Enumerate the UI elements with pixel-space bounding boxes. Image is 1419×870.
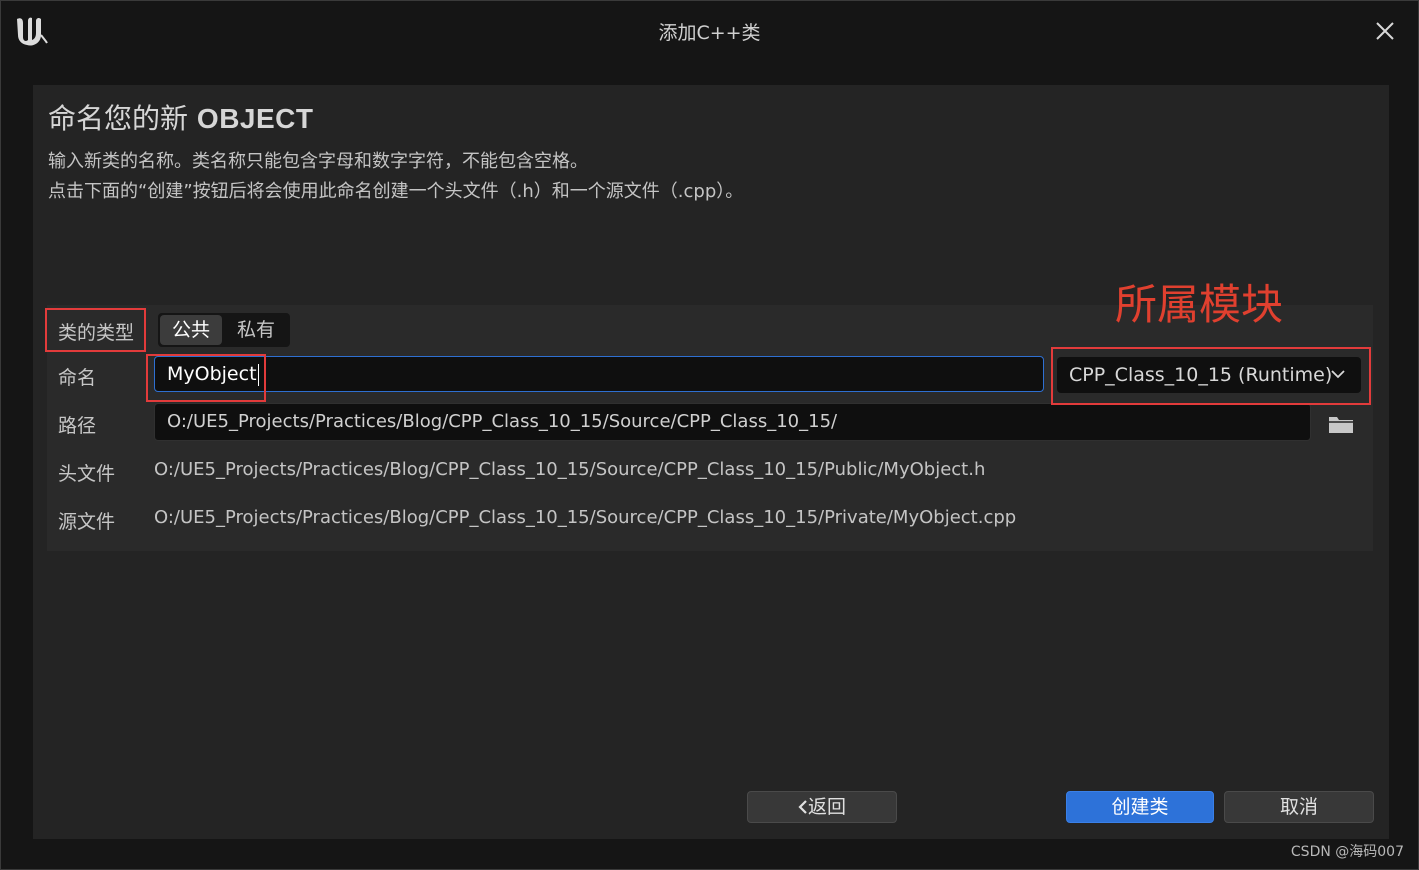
heading-class-name: OBJECT — [196, 103, 314, 134]
name-label: 命名 — [58, 367, 97, 389]
annotation-module-note: 所属模块 — [1115, 280, 1284, 329]
annotation-box-class-type — [45, 308, 146, 352]
class-type-private[interactable]: 私有 — [224, 315, 288, 345]
class-name-input[interactable]: MyObject — [154, 356, 1044, 392]
path-label: 路径 — [58, 415, 97, 437]
dialog-panel: 命名您的新 OBJECT 输入新类的名称。类名称只能包含字母和数字字符，不能包含… — [33, 85, 1389, 839]
back-button[interactable]: 返回 — [747, 791, 897, 823]
source-file-path: O:/UE5_Projects/Practices/Blog/CPP_Class… — [154, 507, 1017, 528]
window-title: 添加C++类 — [658, 22, 761, 44]
page-title: 命名您的新 OBJECT — [48, 97, 314, 137]
description-line-2: 点击下面的“创建”按钮后将会使用此命名创建一个头文件（.h）和一个源文件（.cp… — [48, 181, 744, 202]
path-input[interactable]: O:/UE5_Projects/Practices/Blog/CPP_Class… — [154, 403, 1311, 441]
add-cpp-class-window: 添加C++类 命名您的新 OBJECT 输入新类的名称。类名称只能包含字母和数字… — [0, 0, 1419, 870]
header-file-path: O:/UE5_Projects/Practices/Blog/CPP_Class… — [154, 459, 986, 480]
class-type-toggle: 公共 私有 — [158, 313, 290, 347]
header-file-label: 头文件 — [58, 463, 116, 485]
cancel-button[interactable]: 取消 — [1224, 791, 1374, 823]
source-file-label: 源文件 — [58, 511, 116, 533]
close-icon[interactable] — [1374, 20, 1396, 42]
folder-icon[interactable] — [1327, 413, 1355, 435]
class-type-public[interactable]: 公共 — [160, 315, 222, 345]
create-class-button[interactable]: 创建类 — [1066, 791, 1214, 823]
back-label: 返回 — [807, 796, 846, 818]
annotation-box-module — [1051, 347, 1371, 405]
title-bar: 添加C++类 — [1, 1, 1418, 61]
annotation-box-name — [146, 354, 266, 402]
watermark: CSDN @海码007 — [1290, 844, 1404, 860]
heading-prefix: 命名您的新 — [48, 102, 189, 135]
description-line-1: 输入新类的名称。类名称只能包含字母和数字字符，不能包含空格。 — [48, 151, 588, 172]
chevron-left-icon — [798, 800, 807, 814]
